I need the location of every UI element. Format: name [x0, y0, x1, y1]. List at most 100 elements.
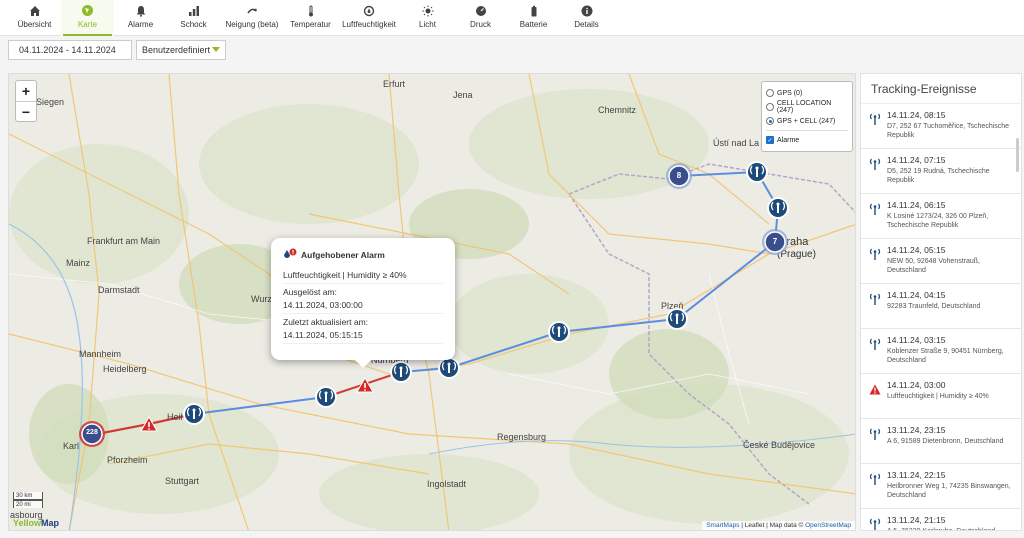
popup-tip — [355, 360, 371, 368]
map-scale: 30 km 20 mi — [13, 492, 43, 508]
layer-option-gps[interactable]: GPS (0) — [766, 86, 848, 100]
gauge-icon — [474, 4, 487, 17]
cell-tower-icon — [869, 470, 887, 504]
info-icon — [580, 4, 593, 17]
event-address: A 5, 76229 Karlsruhe, Deutschland — [887, 527, 995, 530]
alarm-triangle-icon — [869, 380, 887, 414]
event-body: 14.11.24, 06:15 K Losiné 1273/24, 326 00 … — [887, 200, 1013, 234]
cell-marker[interactable] — [183, 403, 205, 425]
event-item[interactable]: 14.11.24, 05:15 NEW 50, 92648 Vohenstrauß… — [861, 239, 1021, 284]
alarm-popup: Aufgehobener Alarm Luftfeuchtigkeit | Hu… — [271, 238, 455, 368]
cell-tower-icon — [869, 515, 887, 530]
cell-marker[interactable] — [548, 321, 570, 343]
alarm-marker-icon[interactable] — [356, 377, 374, 393]
popup-updated-label: Zuletzt aktualisiert am: — [283, 317, 369, 327]
nav-label: Luftfeuchtigkeit — [342, 20, 396, 29]
event-address: NEW 50, 92648 Vohenstrauß, Deutschland — [887, 258, 980, 274]
event-item[interactable]: 14.11.24, 07:15 D5, 252 19 Rudná, Tschech… — [861, 149, 1021, 194]
event-item[interactable]: 14.11.24, 08:15 D7, 252 67 Tuchoměřice, T… — [861, 104, 1021, 149]
cell-marker[interactable] — [390, 361, 412, 383]
events-list: 14.11.24, 08:15 D7, 252 67 Tuchoměřice, T… — [861, 104, 1021, 530]
sun-icon — [421, 4, 434, 17]
nav-item-schock[interactable]: Schock — [167, 0, 220, 36]
nav-label: Druck — [470, 20, 491, 29]
zoom-in-button[interactable]: + — [16, 81, 36, 101]
radio-cell[interactable] — [766, 103, 774, 111]
nav-item-licht[interactable]: Licht — [401, 0, 454, 36]
layer-option-gps-cell[interactable]: GPS + CELL (247) — [766, 114, 848, 128]
chevron-down-icon — [212, 47, 220, 52]
radio-gps-cell[interactable] — [766, 117, 774, 125]
checkbox-alarms[interactable]: ✓ — [766, 136, 774, 144]
panel-title: Tracking-Ereignisse — [861, 74, 1021, 104]
event-item[interactable]: 14.11.24, 03:15 Koblenzer Straße 9, 90451… — [861, 329, 1021, 374]
event-time: 14.11.24, 07:15 — [887, 155, 946, 165]
nav-item-ubersicht[interactable]: Übersicht — [8, 0, 61, 36]
cell-marker[interactable] — [315, 386, 337, 408]
cell-tower-icon — [869, 245, 887, 279]
layer-option-cell[interactable]: CELL LOCATION (247) — [766, 100, 848, 114]
cell-marker[interactable] — [438, 357, 460, 379]
event-time: 14.11.24, 04:15 — [887, 290, 946, 300]
event-body: 13.11.24, 23:15 A 6, 91589 Dietenbronn, D… — [887, 425, 1003, 459]
range-select-value: Benutzerdefiniert — [142, 44, 211, 55]
nav-item-karte[interactable]: Karte — [61, 0, 114, 36]
nav-item-details[interactable]: Details — [560, 0, 613, 36]
layer-label: Alarme — [777, 136, 800, 144]
alarm-marker-icon[interactable] — [140, 416, 158, 432]
event-item[interactable]: 13.11.24, 21:15 A 5, 76229 Karlsruhe, Deu… — [861, 509, 1021, 530]
nav-item-druck[interactable]: Druck — [454, 0, 507, 36]
event-address: Luftfeuchtigkeit | Humidity ≥ 40% — [887, 393, 989, 400]
event-item[interactable]: 14.11.24, 04:15 92283 Traunfeld, Deutschl… — [861, 284, 1021, 329]
map-attribution: SmartMaps | Leaflet | Map data © OpenStr… — [702, 521, 855, 530]
event-address: D7, 252 67 Tuchoměřice, Tschechische Rep… — [887, 123, 1010, 139]
map-view[interactable]: Siegen Erfurt Jena Chemnitz Ústí nad La … — [8, 73, 856, 531]
attribution-leaflet-link[interactable]: Leaflet — [745, 522, 765, 529]
event-address: K Losiné 1273/24, 326 00 Plzeň, Tschechi… — [887, 213, 989, 229]
yellowmap-logo: YellowMap — [13, 518, 59, 528]
event-item[interactable]: 13.11.24, 22:15 Heilbronner Weg 1, 74235 … — [861, 464, 1021, 509]
cluster-7-count: 7 — [772, 237, 778, 246]
attribution-smartmaps-link[interactable]: SmartMaps — [706, 522, 739, 529]
cell-marker[interactable] — [746, 161, 768, 183]
toolbar: 04.11.2024 - 14.11.2024 Benutzerdefinier… — [0, 36, 1024, 63]
date-range-input[interactable]: 04.11.2024 - 14.11.2024 — [8, 39, 132, 60]
event-item[interactable]: 13.11.24, 23:15 A 6, 91589 Dietenbronn, D… — [861, 419, 1021, 464]
zoom-out-button[interactable]: − — [16, 101, 36, 121]
cell-marker[interactable] — [767, 197, 789, 219]
event-address: D5, 252 19 Rudná, Tschechische Republik — [887, 168, 990, 184]
event-item[interactable]: 14.11.24, 06:15 K Losiné 1273/24, 326 00 … — [861, 194, 1021, 239]
battery-icon — [527, 4, 540, 17]
event-body: 14.11.24, 03:00 Luftfeuchtigkeit | Humidi… — [887, 380, 989, 414]
nav-item-neigung[interactable]: Neigung (beta) — [220, 0, 284, 36]
event-body: 13.11.24, 22:15 Heilbronner Weg 1, 74235 … — [887, 470, 1013, 504]
panel-scrollbar[interactable] — [1016, 138, 1019, 172]
event-body: 14.11.24, 08:15 D7, 252 67 Tuchoměřice, T… — [887, 110, 1013, 144]
range-select[interactable]: Benutzerdefiniert — [136, 39, 226, 60]
popup-triggered-value: 14.11.2024, 03:00:00 — [283, 297, 443, 314]
map-icon — [81, 4, 94, 17]
layer-option-alarms[interactable]: ✓ Alarme — [766, 133, 848, 147]
event-time: 14.11.24, 05:15 — [887, 245, 946, 255]
event-time: 14.11.24, 03:15 — [887, 335, 946, 345]
cell-tower-icon — [869, 335, 887, 369]
nav-item-alarme[interactable]: Alarme — [114, 0, 167, 36]
attribution-osm-link[interactable]: OpenStreetMap — [805, 522, 851, 529]
scale-mi: 20 mi — [13, 500, 43, 508]
cell-tower-icon — [869, 200, 887, 234]
event-item-alarm[interactable]: 14.11.24, 03:00 Luftfeuchtigkeit | Humidi… — [861, 374, 1021, 419]
event-address: 92283 Traunfeld, Deutschland — [887, 303, 981, 310]
layer-label: GPS + CELL (247) — [777, 117, 836, 125]
cell-tower-icon — [869, 155, 887, 189]
nav-item-temperatur[interactable]: Temperatur — [284, 0, 337, 36]
popup-alarm-rule: Luftfeuchtigkeit | Humidity ≥ 40% — [283, 267, 443, 284]
tilt-icon — [246, 4, 259, 17]
event-time: 13.11.24, 23:15 — [887, 425, 946, 435]
bar-chart-icon — [187, 4, 200, 17]
nav-item-batterie[interactable]: Batterie — [507, 0, 560, 36]
radio-gps[interactable] — [766, 89, 774, 97]
cell-marker[interactable] — [666, 308, 688, 330]
zoom-control: + − — [15, 80, 37, 122]
cluster-8-count: 8 — [676, 171, 682, 180]
nav-item-luftfeuchtigkeit[interactable]: Luftfeuchtigkeit — [337, 0, 401, 36]
